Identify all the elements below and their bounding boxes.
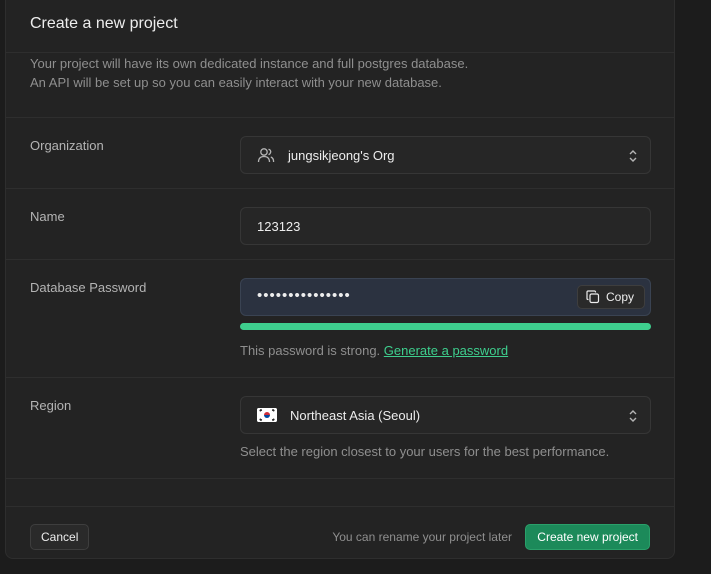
name-input[interactable]: 123123 xyxy=(240,207,651,245)
chevron-up-down-icon xyxy=(629,410,637,422)
dialog-footer: Cancel You can rename your project later… xyxy=(6,506,674,560)
password-input[interactable]: ••••••••••••••• Copy xyxy=(240,278,651,316)
page-title: Create a new project xyxy=(30,15,178,32)
copy-label: Copy xyxy=(605,290,634,304)
cancel-button[interactable]: Cancel xyxy=(30,524,90,550)
password-label: Database Password xyxy=(30,280,147,295)
name-label: Name xyxy=(30,209,65,224)
password-masked-value: ••••••••••••••• xyxy=(257,287,351,304)
organization-value: jungsikjeong's Org xyxy=(288,148,395,163)
description-line-1: Your project will have its own dedicated… xyxy=(30,56,469,71)
create-project-dialog: Create a new project Your project will h… xyxy=(5,0,675,559)
rename-hint: You can rename your project later xyxy=(332,530,512,544)
dialog-description: Your project will have its own dedicated… xyxy=(30,54,468,92)
description-line-2: An API will be set up so you can easily … xyxy=(30,75,442,90)
region-value: Northeast Asia (Seoul) xyxy=(290,408,421,423)
generate-password-link[interactable]: Generate a password xyxy=(384,343,508,358)
users-icon xyxy=(257,148,275,163)
dialog-header: Create a new project xyxy=(6,0,674,53)
organization-label: Organization xyxy=(30,138,104,153)
chevron-up-down-icon xyxy=(629,150,637,162)
region-section: Region Northeast Asia (Seoul) Select the… xyxy=(6,377,674,479)
south-korea-flag-icon xyxy=(257,408,277,422)
password-strength-text: This password is strong. Generate a pass… xyxy=(240,343,508,358)
create-project-button[interactable]: Create new project xyxy=(525,524,650,550)
region-label: Region xyxy=(30,398,72,413)
password-strength-bar xyxy=(240,323,651,330)
organization-select[interactable]: jungsikjeong's Org xyxy=(240,136,651,174)
copy-icon xyxy=(586,290,600,304)
name-section: Name 123123 xyxy=(6,188,674,260)
spacer-section xyxy=(6,478,674,507)
password-section: Database Password ••••••••••••••• Copy xyxy=(6,259,674,378)
name-value: 123123 xyxy=(257,219,301,234)
organization-section: Organization jungsikjeong's Org xyxy=(6,117,674,189)
region-select[interactable]: Northeast Asia (Seoul) xyxy=(240,396,651,434)
strength-message: This password is strong. xyxy=(240,343,381,358)
region-help-text: Select the region closest to your users … xyxy=(240,444,610,459)
copy-password-button[interactable]: Copy xyxy=(576,285,645,309)
